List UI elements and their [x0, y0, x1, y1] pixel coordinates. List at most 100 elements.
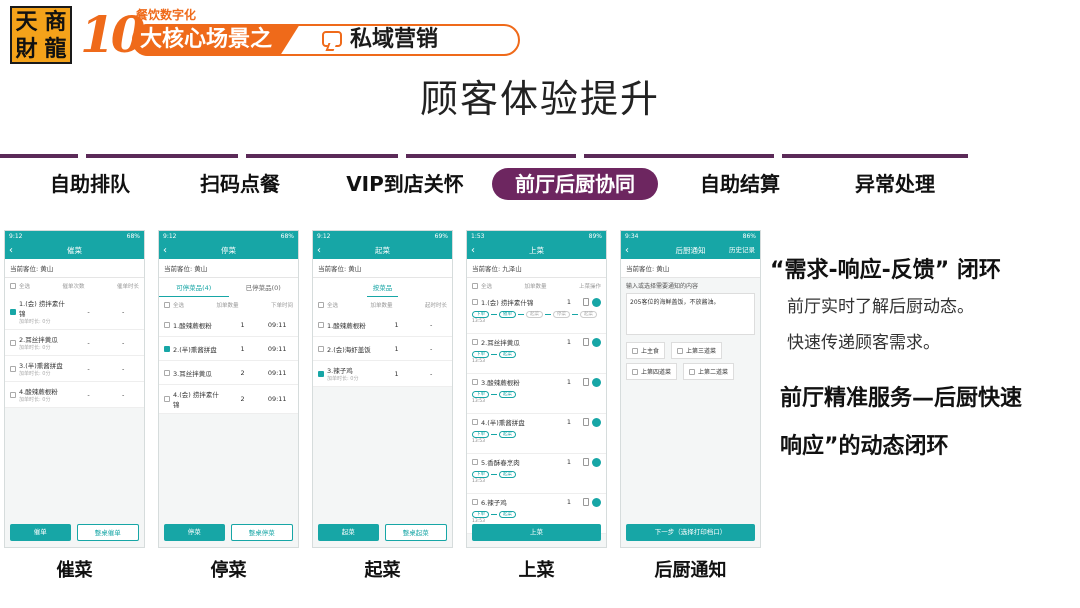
rush-button[interactable]: 催单 — [10, 524, 71, 541]
tab-holdable[interactable]: 可停菜品(4) — [159, 278, 229, 297]
tab-vip-care[interactable]: VIP到店关怀 — [338, 168, 472, 200]
status-bar: 1:53 89% — [467, 231, 606, 242]
status-track: 下单 起菜 — [472, 471, 601, 478]
tab-scan-order[interactable]: 扫码点餐 — [190, 168, 290, 200]
select-all-checkbox[interactable] — [472, 283, 478, 289]
quick-chips: 上主食 上第三道菜 上第四道菜 上第二道菜 — [621, 338, 760, 384]
checkbox[interactable] — [472, 419, 478, 425]
list-item[interactable]: 4.酸辣蕨根粉 加单时长: 0分 - - — [5, 382, 144, 408]
tab-self-checkout[interactable]: 自助结算 — [690, 168, 790, 200]
checkbox[interactable] — [10, 339, 16, 346]
nav-divider — [86, 154, 238, 158]
notice-input[interactable]: 205客位的海鲜盖饭，不放酱油。 — [626, 293, 755, 335]
serve-action-icon[interactable] — [592, 417, 601, 427]
back-icon[interactable]: ‹ — [625, 242, 629, 259]
start-all-button[interactable]: 整桌起菜 — [384, 524, 447, 541]
checkbox[interactable] — [472, 339, 478, 345]
rush-all-button[interactable]: 整桌催单 — [76, 524, 139, 541]
tab-held[interactable]: 已停菜品(0) — [229, 278, 299, 297]
checkbox[interactable] — [318, 370, 324, 377]
history-link[interactable]: 历史记录 — [729, 242, 755, 259]
tab-by-dish[interactable]: 按菜品 — [366, 278, 399, 297]
cell: 1 — [394, 320, 399, 329]
checkbox[interactable] — [164, 396, 170, 402]
serve-action-icon[interactable] — [592, 497, 601, 507]
next-step-button[interactable]: 下一步（选择打印档口） — [626, 524, 755, 541]
print-icon[interactable] — [583, 338, 589, 346]
status-time: 9:12 — [9, 233, 23, 240]
list-item[interactable]: 1.(会) 捞拌素什锦 1 下单 催单 起菜 停菜 起菜 13:53 — [467, 294, 606, 334]
table-info: 当前客位: 黄山 — [313, 259, 452, 278]
back-icon[interactable]: ‹ — [317, 242, 321, 259]
list-item[interactable]: 3.辣子鸡 加单时长: 0分 1 - — [313, 361, 452, 387]
checkbox[interactable] — [10, 308, 16, 315]
checkbox[interactable] — [472, 299, 478, 305]
chip[interactable]: 上第四道菜 — [626, 363, 678, 380]
table-info: 当前客位: 黄山 — [5, 259, 144, 278]
back-icon[interactable]: ‹ — [471, 242, 475, 259]
checkbox[interactable] — [10, 391, 16, 398]
checkbox[interactable] — [632, 368, 638, 375]
cell: - — [430, 369, 433, 378]
tab-self-queue[interactable]: 自助排队 — [40, 168, 140, 200]
list-item[interactable]: 2.(会)海虾盖饭 1 - — [313, 337, 452, 361]
checkbox[interactable] — [632, 347, 638, 354]
serve-action-icon[interactable] — [592, 377, 601, 387]
chip[interactable]: 上第二道菜 — [683, 363, 735, 380]
list-item[interactable]: 1.酸辣蕨根粉 1 - — [313, 313, 452, 337]
list-item[interactable]: 5.香酥春烹肉 1 下单 起菜 13:53 — [467, 454, 606, 494]
select-all-checkbox[interactable] — [10, 283, 16, 289]
serve-action-icon[interactable] — [592, 337, 601, 347]
print-icon[interactable] — [583, 298, 589, 306]
tab-front-back-sync[interactable]: 前厅后厨协同 — [492, 168, 658, 200]
cell: 1 — [240, 320, 245, 329]
list-item[interactable]: 3.耳丝拌黄瓜 2 09:11 — [159, 361, 298, 385]
start-button[interactable]: 起菜 — [318, 524, 379, 541]
list-item[interactable]: 2.耳丝拌黄瓜 加单时长: 0分 - - — [5, 330, 144, 356]
status-step: 起菜 — [499, 391, 516, 398]
list-item[interactable]: 4.(会) 捞拌素什锦 2 09:11 — [159, 385, 298, 414]
checkbox[interactable] — [318, 321, 324, 328]
checkbox[interactable] — [164, 321, 170, 328]
checkbox[interactable] — [677, 347, 684, 354]
select-all-checkbox[interactable] — [318, 302, 324, 308]
checkbox[interactable] — [472, 379, 478, 385]
list-item[interactable]: 4.(半)熏酱拼盘 1 下单 起菜 13:53 — [467, 414, 606, 454]
header-label: 起时时长 — [424, 303, 447, 309]
print-icon[interactable] — [583, 378, 589, 386]
status-time: 9:12 — [317, 233, 331, 240]
checkbox[interactable] — [10, 365, 16, 372]
print-icon[interactable] — [583, 498, 589, 506]
list-item[interactable]: 2.(半)熏酱拼盘 1 09:11 — [159, 337, 298, 361]
print-icon[interactable] — [583, 458, 589, 466]
checkbox[interactable] — [472, 459, 478, 465]
list-item[interactable]: 2.耳丝拌黄瓜 1 下单 起菜 13:53 — [467, 334, 606, 374]
hold-all-button[interactable]: 整桌停菜 — [230, 524, 293, 541]
list-item[interactable]: 1.(会) 捞拌素什锦 加单时长: 0分 - - — [5, 294, 144, 330]
select-all-checkbox[interactable] — [164, 302, 170, 308]
chat-icon — [322, 31, 342, 47]
chip[interactable]: 上主食 — [626, 342, 666, 359]
checkbox[interactable] — [318, 345, 324, 352]
checkbox[interactable] — [689, 368, 696, 375]
list-item[interactable]: 1.酸辣蕨根粉 1 09:11 — [159, 313, 298, 337]
checkbox[interactable] — [164, 369, 170, 376]
app-bar: ‹ 后厨通知 历史记录 — [621, 242, 760, 259]
status-time: 9:34 — [625, 233, 639, 240]
back-icon[interactable]: ‹ — [9, 242, 13, 259]
chip[interactable]: 上第三道菜 — [671, 342, 723, 359]
hold-button[interactable]: 停菜 — [164, 524, 225, 541]
checkbox[interactable] — [164, 345, 170, 352]
nav-divider — [584, 154, 774, 158]
dish-qty: 1 — [566, 338, 571, 346]
serve-action-icon[interactable] — [592, 297, 601, 307]
list-item[interactable]: 3.酸辣蕨根粉 1 下单 起菜 13:53 — [467, 374, 606, 414]
checkbox[interactable] — [472, 499, 478, 505]
serve-action-icon[interactable] — [592, 457, 601, 467]
list-item[interactable]: 3.(半)熏酱拼盘 加单时长: 0分 - - — [5, 356, 144, 382]
print-icon[interactable] — [583, 418, 589, 426]
status-step: 下单 — [472, 471, 489, 478]
back-icon[interactable]: ‹ — [163, 242, 167, 259]
serve-button[interactable]: 上菜 — [472, 524, 601, 541]
tab-exception-handling[interactable]: 异常处理 — [845, 168, 945, 200]
